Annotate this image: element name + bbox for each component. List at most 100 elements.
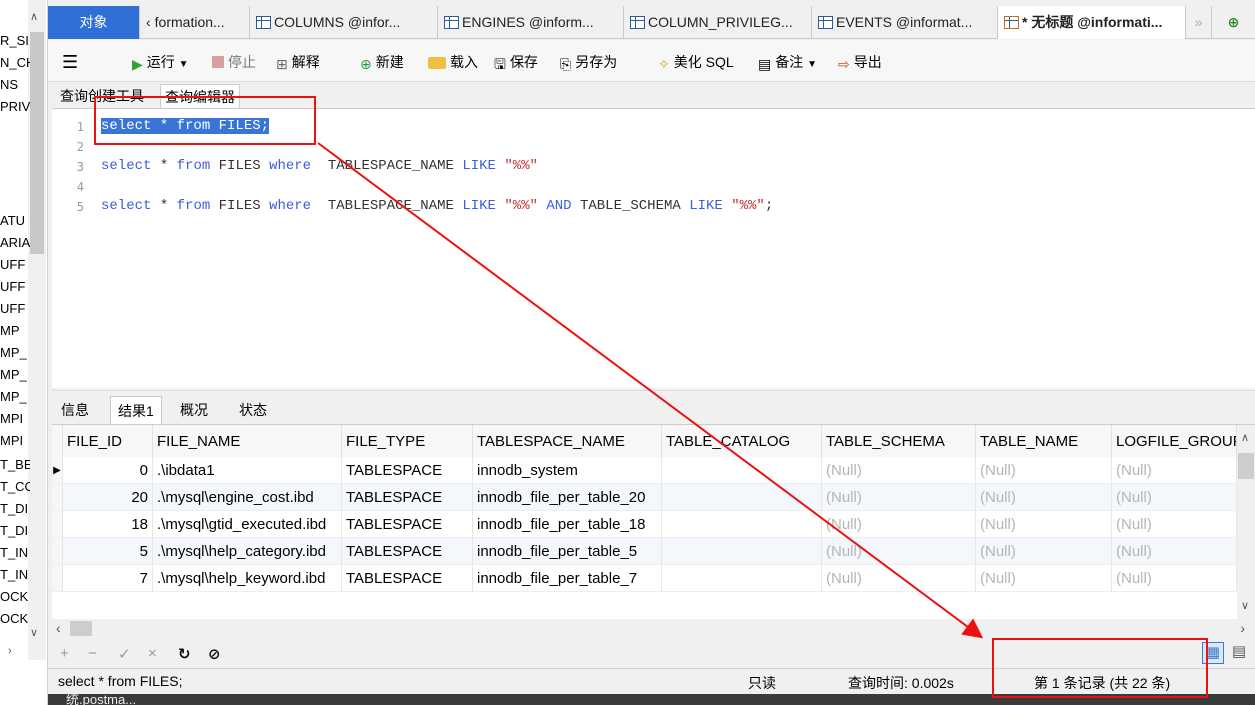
run-dropdown-icon[interactable]: ▼ [179, 59, 189, 70]
tab-result-1[interactable]: 结果1 [110, 396, 162, 424]
sidebar-item[interactable]: R_SI [0, 30, 30, 52]
table-cell[interactable]: 5 [63, 538, 153, 565]
refresh-icon[interactable]: ↻ [178, 645, 191, 663]
delete-record-icon[interactable]: − [88, 645, 97, 662]
new-tab-icon[interactable]: ⊕ [1212, 6, 1255, 39]
tab-formation[interactable]: ‹ formation... [140, 6, 250, 39]
table-cell[interactable]: 0 [63, 457, 153, 484]
tab-overview[interactable]: 概况 [173, 396, 215, 424]
stop-query-icon[interactable]: ⊘ [208, 645, 221, 663]
column-header[interactable]: FILE_ID [63, 425, 153, 457]
sidebar-item[interactable]: T_IN [0, 542, 30, 564]
table-cell[interactable]: TABLESPACE [342, 457, 473, 484]
tab-column-privileges[interactable]: COLUMN_PRIVILEG... [624, 6, 812, 39]
scroll-right-icon[interactable]: › [1240, 620, 1245, 636]
row-indicator[interactable]: ▶ [52, 457, 63, 484]
table-cell[interactable]: (Null) [822, 565, 976, 592]
code-line-1[interactable]: select * from FILES; [101, 118, 270, 134]
table-cell[interactable]: (Null) [976, 511, 1112, 538]
sidebar-item[interactable]: UFF [0, 298, 30, 320]
table-cell[interactable]: (Null) [1112, 457, 1237, 484]
sidebar-item[interactable]: OCK [0, 608, 30, 630]
scroll-up-icon[interactable]: ∧ [1241, 431, 1249, 444]
save-as-button[interactable]: ⎘ 另存为 [560, 51, 617, 73]
tab-status[interactable]: 状态 [232, 396, 274, 424]
tab-untitled-query[interactable]: * 无标题 @informati... [998, 6, 1186, 39]
code-line-5[interactable]: select * from FILES where TABLESPACE_NAM… [101, 198, 773, 214]
table-cell[interactable]: (Null) [1112, 484, 1237, 511]
code-line-3[interactable]: select * from FILES where TABLESPACE_NAM… [101, 158, 538, 174]
grid-scroll-thumb[interactable] [1238, 453, 1254, 479]
new-button[interactable]: ⊕ 新建 [360, 51, 404, 73]
table-cell[interactable]: .\mysql\gtid_executed.ibd [153, 511, 342, 538]
sql-editor[interactable]: 1 2 3 4 5 select * from FILES; select * … [52, 108, 1255, 388]
sidebar-scroll-thumb[interactable] [30, 32, 44, 254]
table-cell[interactable] [662, 484, 822, 511]
object-tree-sidebar[interactable]: ∧ ∨ R_SIN_CHNSPRIVATUARIAUFFUFFUFFMPMP_M… [0, 0, 48, 705]
sidebar-item[interactable]: PRIV [0, 96, 30, 118]
table-cell[interactable]: innodb_file_per_table_7 [473, 565, 662, 592]
sidebar-item[interactable]: MP_ [0, 364, 30, 386]
sidebar-item[interactable]: OCK [0, 586, 30, 608]
column-header[interactable]: TABLESPACE_NAME [473, 425, 662, 457]
column-header[interactable]: FILE_NAME [153, 425, 342, 457]
table-cell[interactable] [662, 457, 822, 484]
sidebar-item[interactable]: ARIA [0, 232, 30, 254]
table-cell[interactable]: TABLESPACE [342, 511, 473, 538]
table-cell[interactable]: innodb_system [473, 457, 662, 484]
tab-query-editor[interactable]: 查询编辑器 [160, 84, 240, 108]
row-indicator[interactable] [52, 538, 63, 565]
sidebar-item[interactable]: NS [0, 74, 30, 96]
stop-button[interactable]: 停止 [212, 51, 256, 73]
table-cell[interactable]: 20 [63, 484, 153, 511]
notes-button[interactable]: ▤ 备注 ▼ [758, 51, 817, 73]
beautify-sql-button[interactable]: ✧ 美化 SQL [658, 51, 734, 73]
table-cell[interactable]: innodb_file_per_table_5 [473, 538, 662, 565]
table-cell[interactable]: TABLESPACE [342, 565, 473, 592]
menu-icon[interactable]: ☰ [62, 51, 78, 73]
scroll-left-icon[interactable]: ‹ [56, 620, 61, 636]
table-cell[interactable]: (Null) [976, 484, 1112, 511]
apply-changes-icon[interactable]: ✓ [118, 645, 131, 663]
sidebar-item[interactable]: ATU [0, 210, 30, 232]
sidebar-item[interactable]: T_IN [0, 564, 30, 586]
table-cell[interactable]: (Null) [822, 457, 976, 484]
run-button[interactable]: ▶ 运行 ▼ [132, 51, 189, 73]
column-header[interactable]: FILE_TYPE [342, 425, 473, 457]
discard-changes-icon[interactable]: × [148, 645, 157, 662]
table-cell[interactable]: (Null) [1112, 565, 1237, 592]
sidebar-item[interactable]: UFF [0, 254, 30, 276]
table-cell[interactable]: .\mysql\help_keyword.ibd [153, 565, 342, 592]
tab-columns[interactable]: COLUMNS @infor... [250, 6, 438, 39]
sidebar-item[interactable]: T_BE [0, 454, 30, 476]
grid-view-icon[interactable]: ▦ [1202, 642, 1224, 664]
sidebar-item[interactable]: MPI [0, 408, 30, 430]
sidebar-item[interactable]: MP [0, 320, 30, 342]
result-grid[interactable]: FILE_ID FILE_NAME FILE_TYPE TABLESPACE_NAME… [52, 424, 1255, 620]
grid-hscroll-thumb[interactable] [70, 621, 92, 636]
table-cell[interactable]: .\mysql\engine_cost.ibd [153, 484, 342, 511]
column-header[interactable]: TABLE_SCHEMA [822, 425, 976, 457]
table-cell[interactable]: (Null) [976, 457, 1112, 484]
sidebar-item[interactable]: UFF [0, 276, 30, 298]
sidebar-item[interactable]: T_DI [0, 498, 30, 520]
export-button[interactable]: ⇨ 导出 [838, 51, 882, 73]
sidebar-item[interactable]: MP_ [0, 342, 30, 364]
table-cell[interactable]: (Null) [976, 565, 1112, 592]
notes-dropdown-icon[interactable]: ▼ [807, 59, 817, 70]
scroll-up-icon[interactable]: ∧ [30, 10, 38, 23]
tab-objects[interactable]: 对象 [48, 6, 140, 39]
tab-query-builder[interactable]: 查询创建工具 [56, 84, 148, 108]
sidebar-item[interactable]: MP_ [0, 386, 30, 408]
explain-button[interactable]: ⊞ 解释 [276, 51, 320, 73]
table-cell[interactable]: 18 [63, 511, 153, 538]
tab-events[interactable]: EVENTS @informat... [812, 6, 998, 39]
table-cell[interactable]: TABLESPACE [342, 484, 473, 511]
scroll-down-icon[interactable]: ∨ [1241, 599, 1249, 612]
tab-scroll-right-icon[interactable]: » [1186, 6, 1212, 39]
table-cell[interactable]: TABLESPACE [342, 538, 473, 565]
table-cell[interactable] [662, 538, 822, 565]
table-cell[interactable]: 7 [63, 565, 153, 592]
sidebar-item[interactable]: N_CH [0, 52, 30, 74]
table-cell[interactable]: innodb_file_per_table_20 [473, 484, 662, 511]
